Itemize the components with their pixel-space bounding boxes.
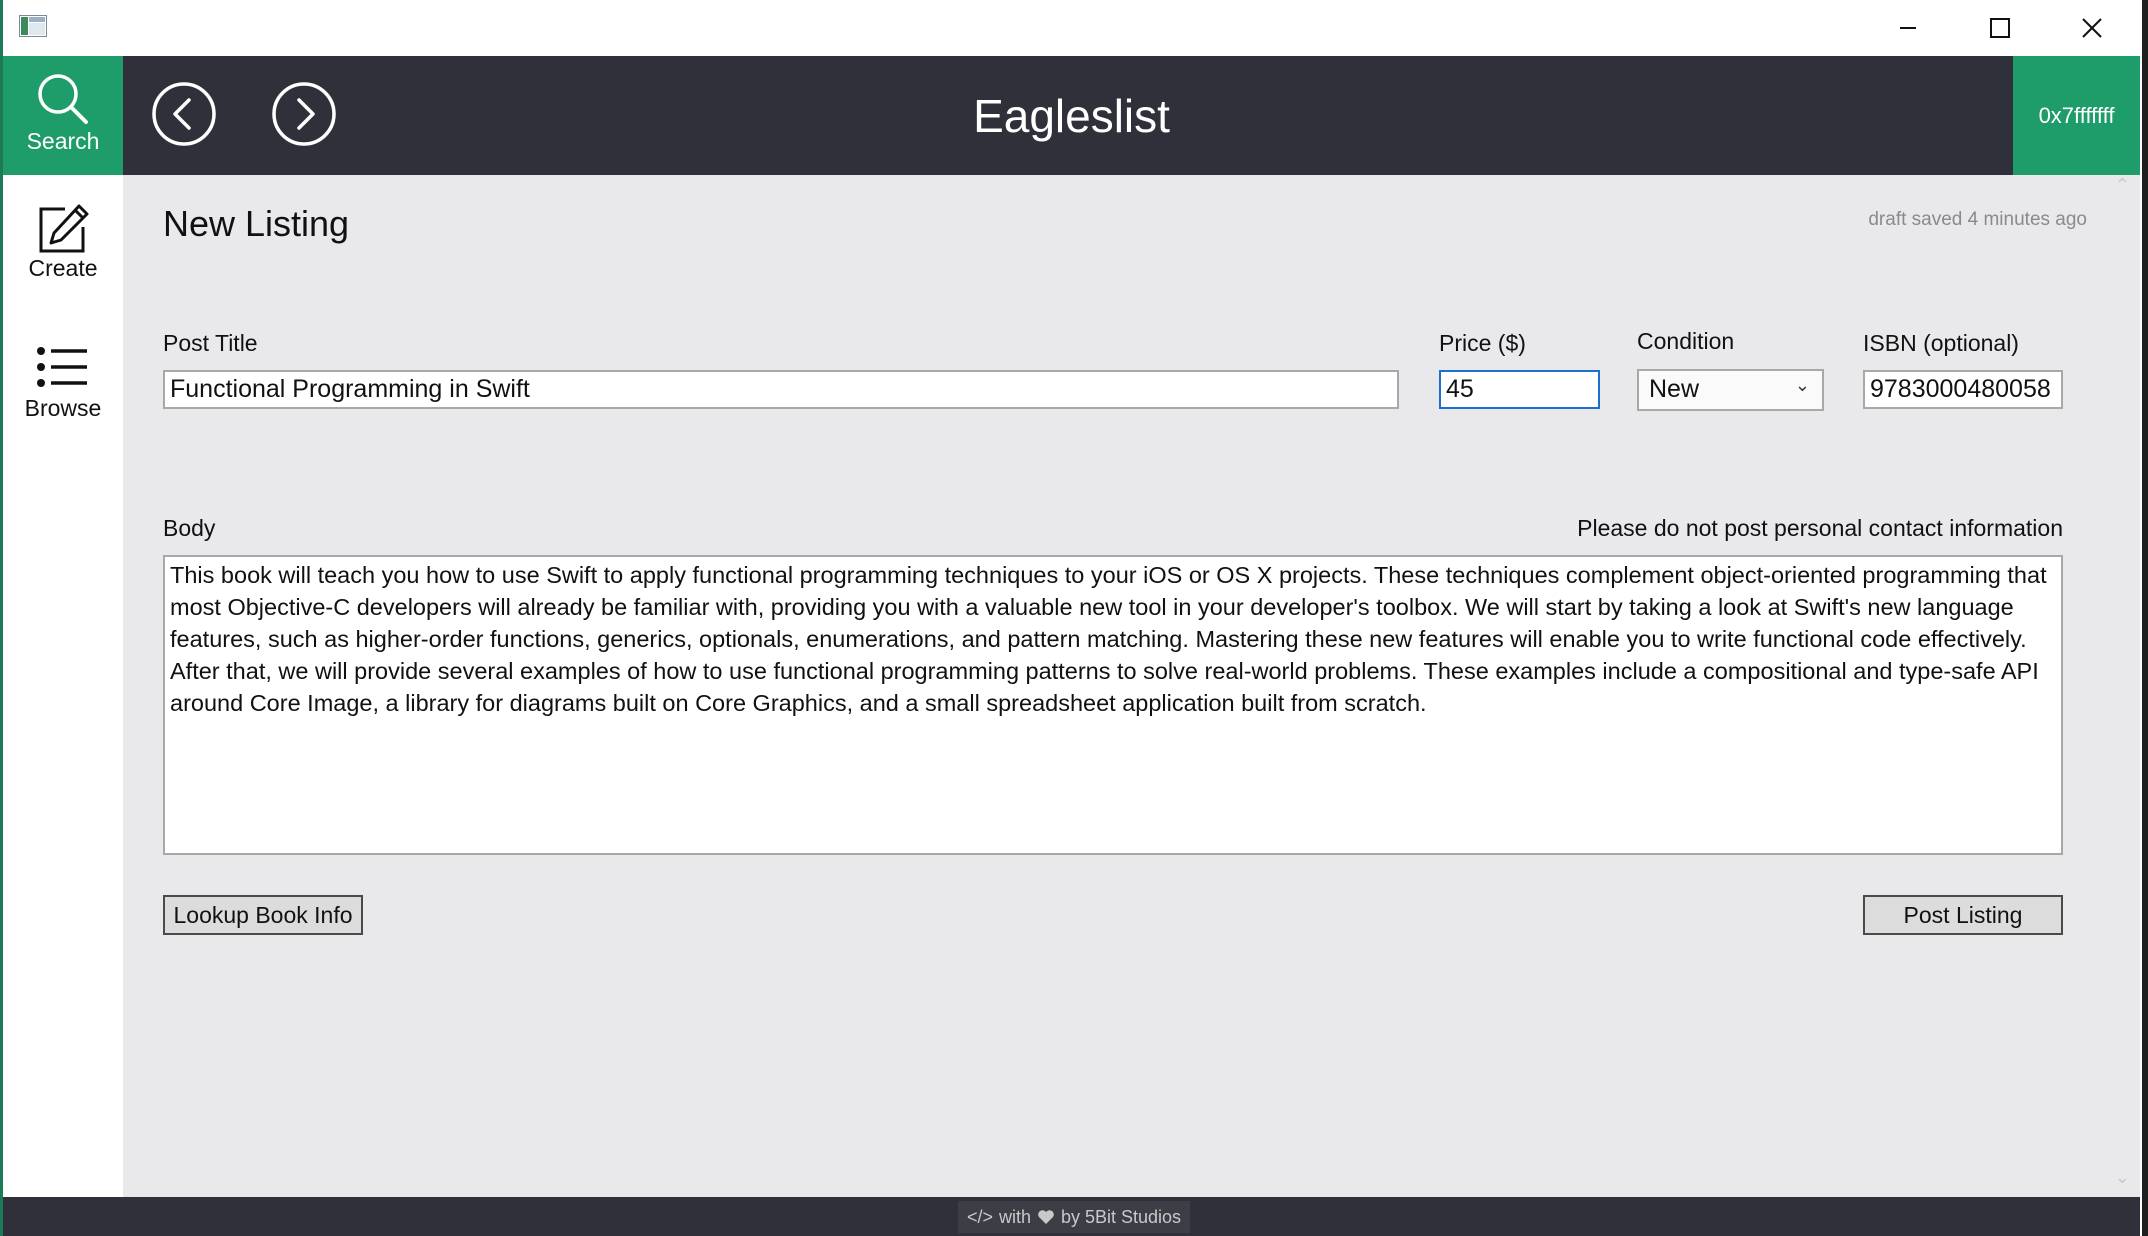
price-label: Price ($)	[1439, 330, 1526, 356]
sidebar-item-label: Browse	[24, 395, 102, 421]
post-title-label: Post Title	[163, 330, 258, 356]
pencil-edit-icon	[39, 204, 89, 253]
minimize-button[interactable]	[1862, 0, 1954, 56]
maximize-button[interactable]	[1954, 0, 2046, 56]
user-label: 0x7fffffff	[2038, 102, 2115, 128]
page-title: New Listing	[163, 203, 350, 244]
app-title: Eagleslist	[973, 90, 1170, 142]
maximize-icon	[1990, 18, 2010, 38]
lookup-book-info-button[interactable]: Lookup Book Info	[163, 895, 363, 935]
footer-by: by 5Bit Studios	[1060, 1206, 1182, 1227]
footer-with: with	[998, 1206, 1031, 1227]
scroll-down-arrow[interactable]: ⌄	[2115, 1167, 2130, 1188]
body-hint: Please do not post personal contact info…	[1577, 515, 2063, 541]
isbn-input[interactable]: 9783000480058	[1863, 370, 2063, 409]
chevron-down-icon: ⌄	[1794, 375, 1810, 395]
condition-label: Condition	[1637, 328, 1735, 354]
new-listing-form: New Listing draft saved 4 minutes ago Po…	[123, 175, 2140, 1197]
user-account-button[interactable]: 0x7fffffff	[2013, 56, 2140, 175]
condition-value: New	[1649, 375, 1700, 403]
sidebar: Create Browse	[3, 175, 123, 1197]
sidebar-item-create[interactable]: Create	[3, 203, 123, 282]
app-header: Search Eagleslist 0x7fffffff	[3, 56, 2140, 175]
code-glyph: </>	[966, 1206, 993, 1227]
credits: </> with by 5Bit Studios	[958, 1201, 1190, 1233]
heart-icon	[1038, 1210, 1054, 1224]
list-icon	[37, 347, 87, 387]
price-input[interactable]: 45	[1439, 370, 1600, 409]
sidebar-item-label: Create	[28, 255, 98, 281]
close-icon	[2082, 18, 2102, 38]
minimize-icon	[1900, 27, 1916, 29]
sidebar-item-browse[interactable]: Browse	[3, 345, 123, 422]
isbn-label: ISBN (optional)	[1863, 330, 2019, 356]
body-label: Body	[163, 515, 216, 541]
app-window: Search Eagleslist 0x7fffffff Create Brow…	[0, 0, 2148, 1236]
app-icon	[19, 15, 47, 37]
scroll-up-arrow[interactable]: ⌃	[2115, 175, 2130, 196]
body-textarea[interactable]: This book will teach you how to use Swif…	[163, 555, 2063, 855]
post-title-input[interactable]: Functional Programming in Swift	[163, 370, 1399, 409]
condition-dropdown[interactable]: New ⌄	[1637, 369, 1824, 411]
title-bar	[3, 0, 2140, 56]
window-border-right	[2142, 0, 2148, 1236]
close-button[interactable]	[2046, 0, 2138, 56]
app-footer: </> with by 5Bit Studios	[3, 1197, 2140, 1236]
post-listing-button[interactable]: Post Listing	[1863, 895, 2063, 935]
draft-status: draft saved 4 minutes ago	[1868, 209, 2087, 230]
